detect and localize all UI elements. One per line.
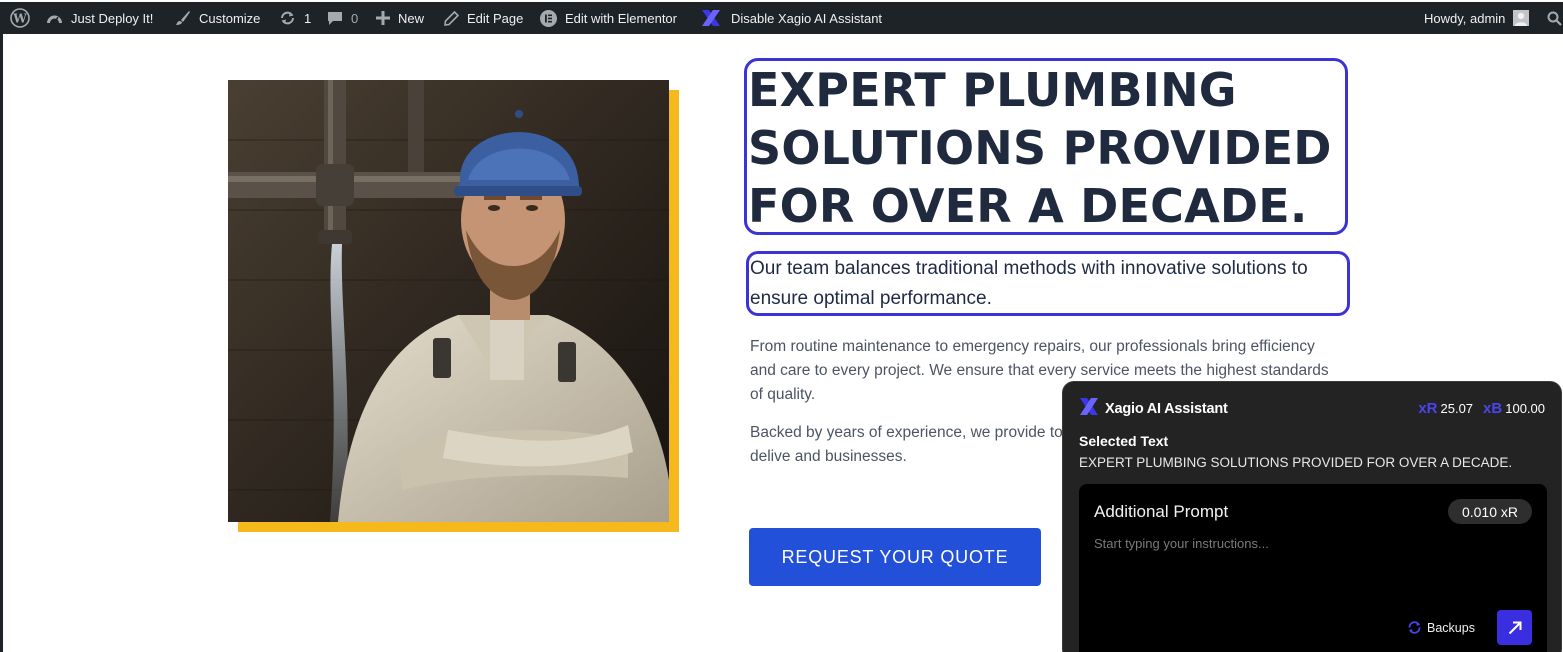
xr-credit-icon: xR (1418, 400, 1438, 417)
xb-credit-value: 100.00 (1505, 401, 1545, 416)
new-label: New (398, 10, 425, 26)
disable-xagio-label: Disable Xagio AI Assistant (731, 10, 883, 26)
svg-text:W: W (12, 12, 27, 26)
updates-count: 1 (304, 10, 312, 26)
hero-subheading[interactable]: Our team balances traditional methods wi… (750, 254, 1348, 314)
headline-line: SOLUTIONS PROVIDED (748, 121, 1332, 175)
howdy-label: Howdy, admin (1424, 10, 1506, 26)
edit-page-label: Edit Page (467, 10, 524, 26)
site-name-menu[interactable]: Just Deploy It! (46, 2, 153, 34)
hero-headline[interactable]: EXPERT PLUMBING SOLUTIONS PROVIDED FOR O… (748, 61, 1348, 235)
xagio-panel-title: Xagio AI Assistant (1105, 401, 1228, 417)
updates-icon (279, 10, 296, 26)
backups-button[interactable]: Backups (1407, 620, 1475, 635)
customize-link[interactable]: Customize (175, 2, 260, 34)
wordpress-logo-icon[interactable]: W (10, 2, 30, 34)
credit-balances: xR 25.07 xB 100.00 (1418, 400, 1545, 417)
paintbrush-icon (175, 10, 191, 26)
additional-prompt-label: Additional Prompt (1094, 502, 1229, 521)
disable-xagio-toggle[interactable]: Disable Xagio AI Assistant (701, 2, 882, 34)
site-name-label: Just Deploy It! (71, 10, 154, 26)
page-left-border (0, 34, 3, 652)
comments-link[interactable]: 0 (327, 2, 358, 34)
edit-with-elementor-link[interactable]: Edit with Elementor (540, 2, 677, 34)
avatar (1513, 10, 1530, 26)
prompt-input[interactable] (1094, 536, 1534, 596)
selected-text-label: Selected Text (1079, 433, 1169, 449)
selected-text-value: EXPERT PLUMBING SOLUTIONS PROVIDED FOR O… (1079, 455, 1513, 470)
xagio-assistant-panel: Xagio AI Assistant xR 25.07 xB 100.00 Se… (1062, 381, 1562, 652)
elementor-icon (540, 9, 557, 27)
edit-page-link[interactable]: Edit Page (444, 2, 523, 34)
xagio-logo-icon (701, 9, 721, 27)
xagio-panel-header: Xagio AI Assistant xR 25.07 xB 100.00 (1079, 398, 1545, 420)
headline-line: EXPERT PLUMBING (748, 63, 1237, 117)
new-content-menu[interactable]: New (376, 2, 424, 34)
arrow-up-right-icon (1507, 620, 1523, 636)
pencil-icon (444, 10, 459, 26)
xagio-logo-icon (1079, 397, 1099, 421)
xr-credit-value: 25.07 (1440, 401, 1474, 416)
account-menu[interactable]: Howdy, admin (1424, 2, 1530, 34)
admin-bar: W Just Deploy It! Customize 1 0 New Edit… (0, 0, 1563, 34)
customize-label: Customize (199, 10, 261, 26)
comments-count: 0 (351, 10, 359, 26)
plus-icon (376, 11, 390, 25)
headline-line: FOR OVER A DECADE. (748, 179, 1308, 233)
search-icon[interactable] (1547, 2, 1562, 34)
request-quote-button[interactable]: REQUEST YOUR QUOTE (749, 528, 1041, 586)
prompt-cost-badge: 0.010 xR (1447, 499, 1532, 524)
updates-link[interactable]: 1 (279, 2, 311, 34)
refresh-icon (1407, 620, 1422, 635)
edit-with-elementor-label: Edit with Elementor (565, 10, 677, 26)
plumber-photo (228, 80, 669, 522)
backups-label: Backups (1427, 620, 1475, 635)
submit-prompt-button[interactable] (1497, 610, 1532, 645)
xb-credit-icon: xB (1483, 400, 1503, 417)
dashboard-icon (46, 11, 63, 26)
comment-icon (327, 10, 343, 26)
additional-prompt-area: Additional Prompt 0.010 xR Backups (1079, 484, 1547, 652)
